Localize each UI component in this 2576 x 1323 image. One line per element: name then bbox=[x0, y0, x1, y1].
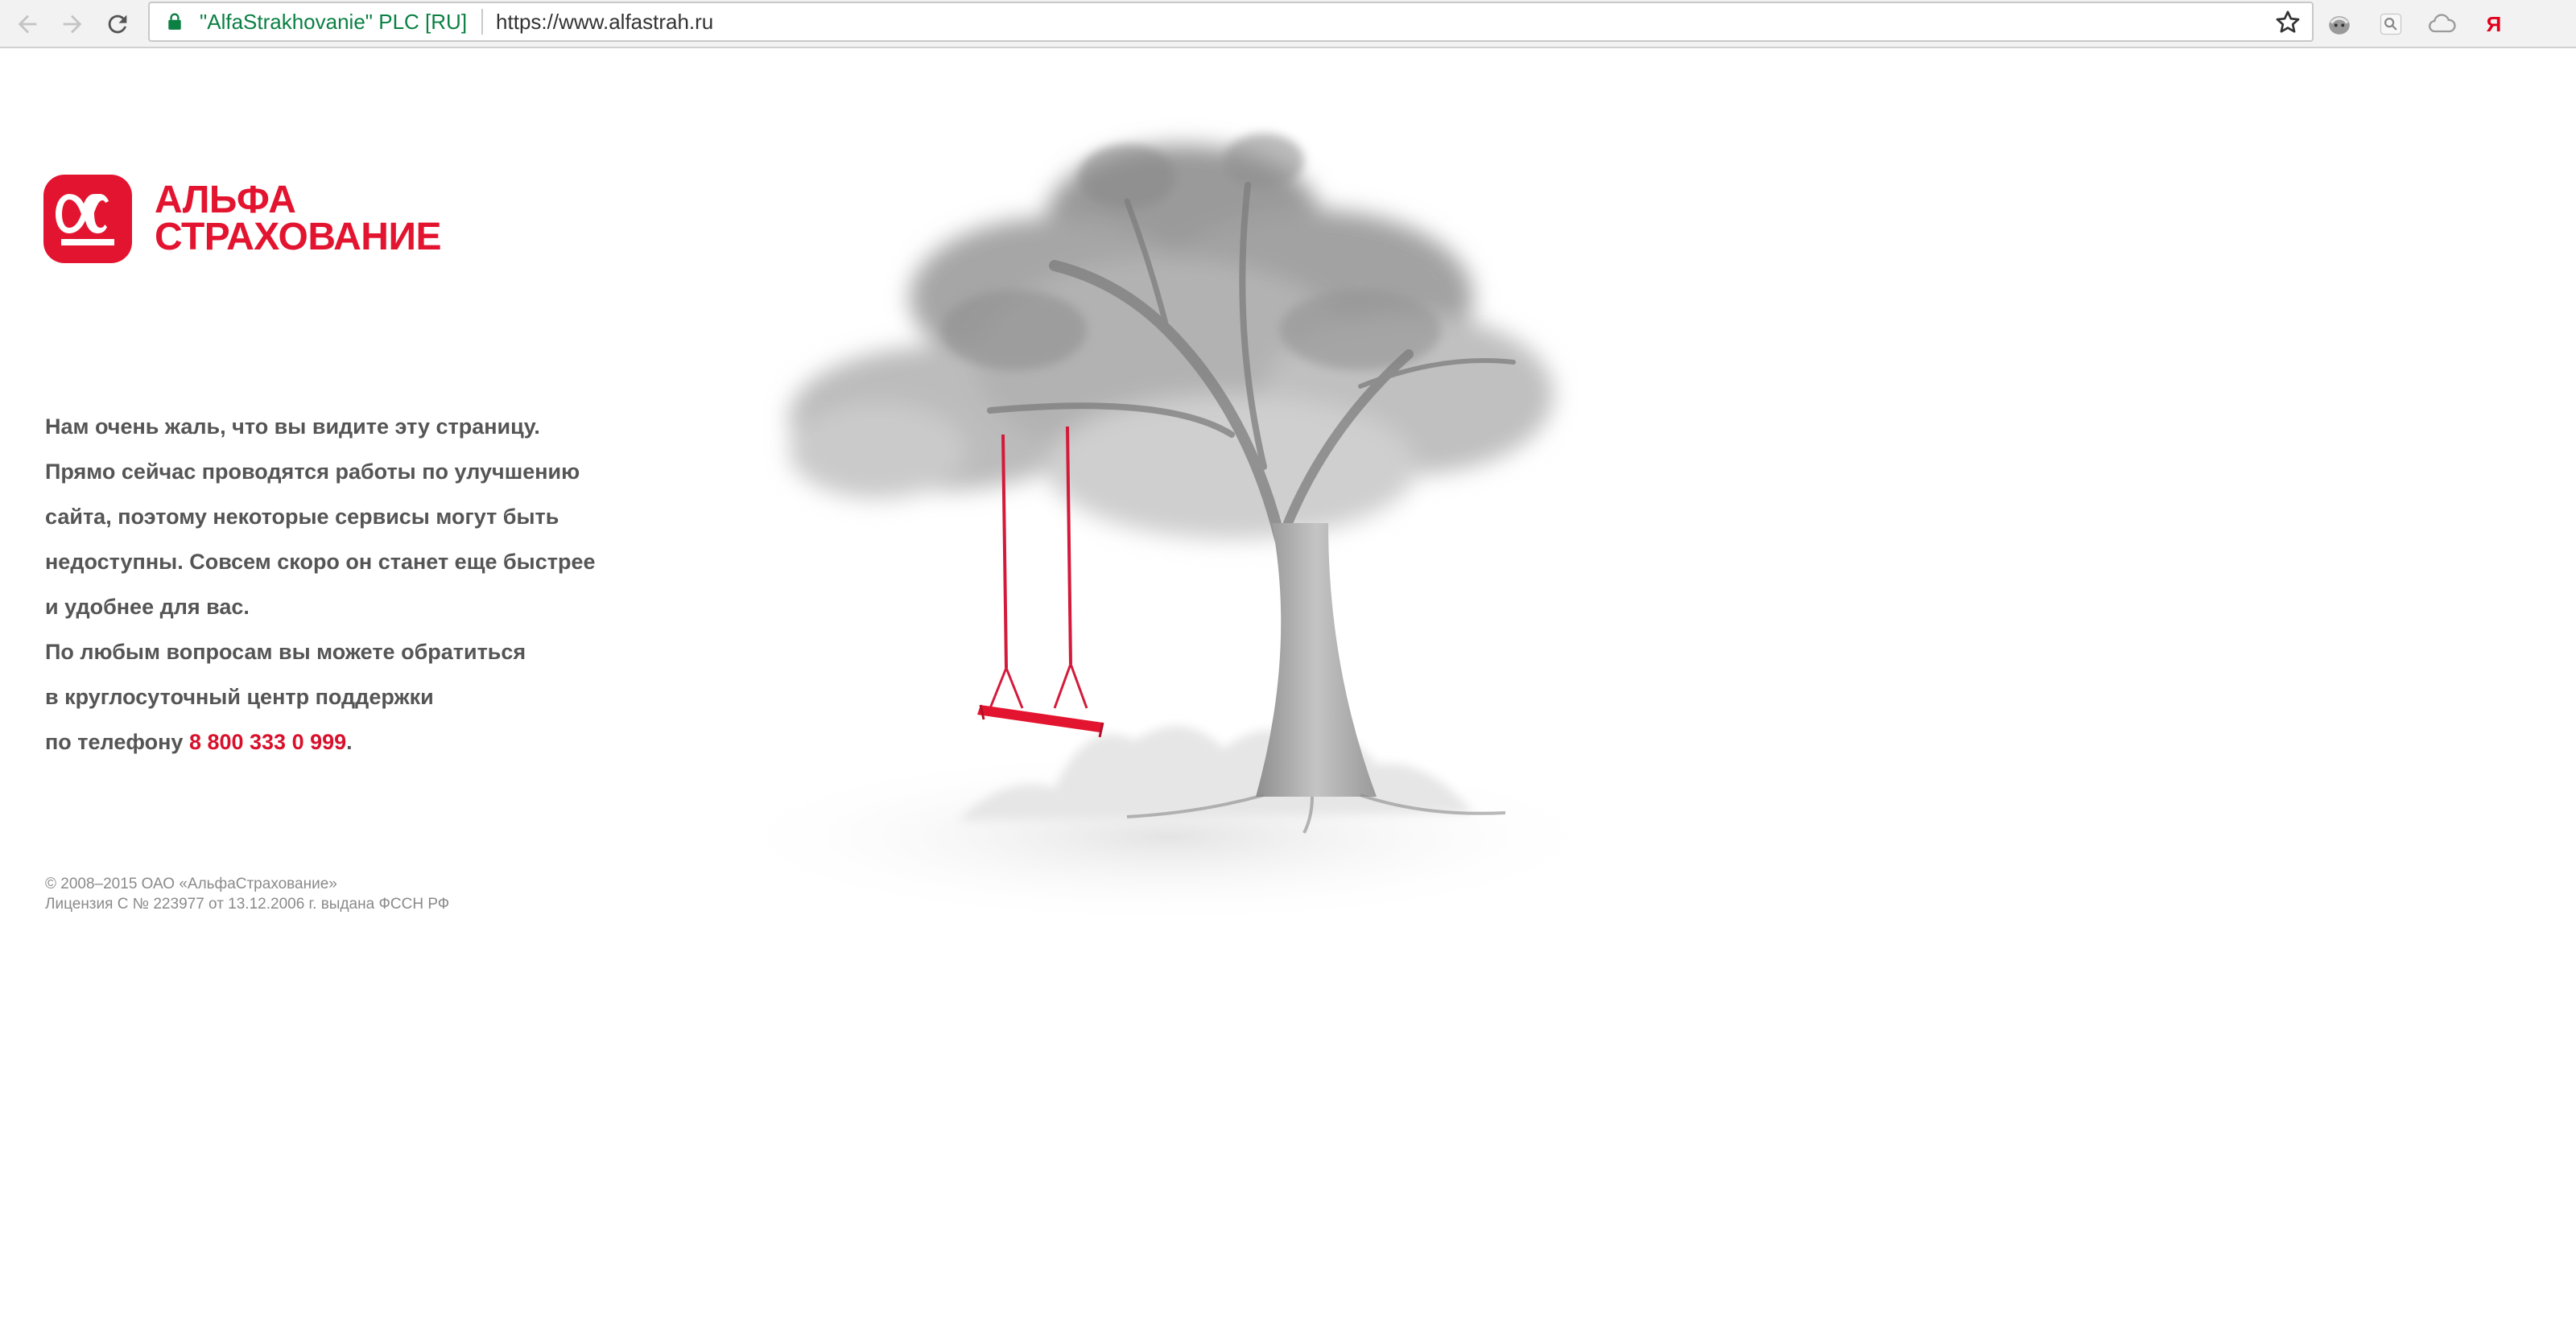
alpha-logo-icon bbox=[43, 175, 132, 263]
alfa-logo[interactable]: АЛЬФА СТРАХОВАНИЕ bbox=[43, 174, 494, 264]
arrow-right-icon bbox=[63, 14, 82, 34]
bookmark-star-icon[interactable] bbox=[2273, 8, 2302, 37]
site-identity[interactable]: "AlfaStrakhovanie" PLC [RU] bbox=[200, 10, 467, 35]
arrow-left-icon bbox=[18, 14, 37, 34]
back-button[interactable] bbox=[8, 5, 47, 43]
message-line: Прямо сейчас проводятся работы по улучше… bbox=[45, 460, 580, 484]
page-footer: © 2008–2015 ОАО «АльфаСтрахование» Лицен… bbox=[45, 874, 449, 914]
message-line: и удобнее для вас. bbox=[45, 595, 250, 619]
search-extension-icon[interactable] bbox=[2373, 6, 2409, 42]
phone-line: по телефону 8 800 333 0 999. bbox=[45, 719, 705, 765]
message-line: недоступны. Совсем скоро он станет еще б… bbox=[45, 550, 596, 574]
address-bar[interactable]: "AlfaStrakhovanie" PLC [RU] https://www.… bbox=[148, 2, 2314, 42]
cloud-icon[interactable] bbox=[2425, 6, 2460, 42]
phone-prefix: по телефону bbox=[45, 730, 189, 754]
phone-suffix: . bbox=[346, 730, 353, 754]
privacy-badger-icon[interactable] bbox=[2322, 6, 2357, 42]
reload-icon bbox=[108, 14, 127, 34]
brand-name: АЛЬФА СТРАХОВАНИЕ bbox=[155, 179, 441, 258]
tree-trunk bbox=[1256, 523, 1377, 797]
maintenance-message: Нам очень жаль, что вы видите эту страни… bbox=[45, 404, 705, 765]
tree-with-swing-illustration bbox=[749, 134, 1618, 925]
license-text: Лицензия С № 223977 от 13.12.2006 г. выд… bbox=[45, 896, 450, 913]
forward-button[interactable] bbox=[53, 5, 92, 43]
brand-line-1: АЛЬФА bbox=[155, 179, 296, 221]
browser-toolbar: "AlfaStrakhovanie" PLC [RU] https://www.… bbox=[0, 0, 2576, 48]
lock-icon[interactable] bbox=[164, 10, 185, 34]
message-line: По любым вопросам вы можете обратиться bbox=[45, 640, 526, 664]
support-phone-number[interactable]: 8 800 333 0 999 bbox=[189, 730, 346, 754]
url-text[interactable]: https://www.alfastrah.ru bbox=[496, 10, 713, 35]
message-line: Нам очень жаль, что вы видите эту страни… bbox=[45, 414, 540, 439]
brand-line-2: СТРАХОВАНИЕ bbox=[155, 216, 441, 258]
message-line: сайта, поэтому некоторые сервисы могут б… bbox=[45, 505, 559, 529]
yandex-icon[interactable]: Я bbox=[2476, 6, 2512, 42]
address-separator bbox=[481, 9, 484, 35]
reload-button[interactable] bbox=[98, 5, 137, 43]
copyright-text: © 2008–2015 ОАО «АльфаСтрахование» bbox=[45, 876, 337, 892]
message-line: в круглосуточный центр поддержки bbox=[45, 685, 434, 709]
